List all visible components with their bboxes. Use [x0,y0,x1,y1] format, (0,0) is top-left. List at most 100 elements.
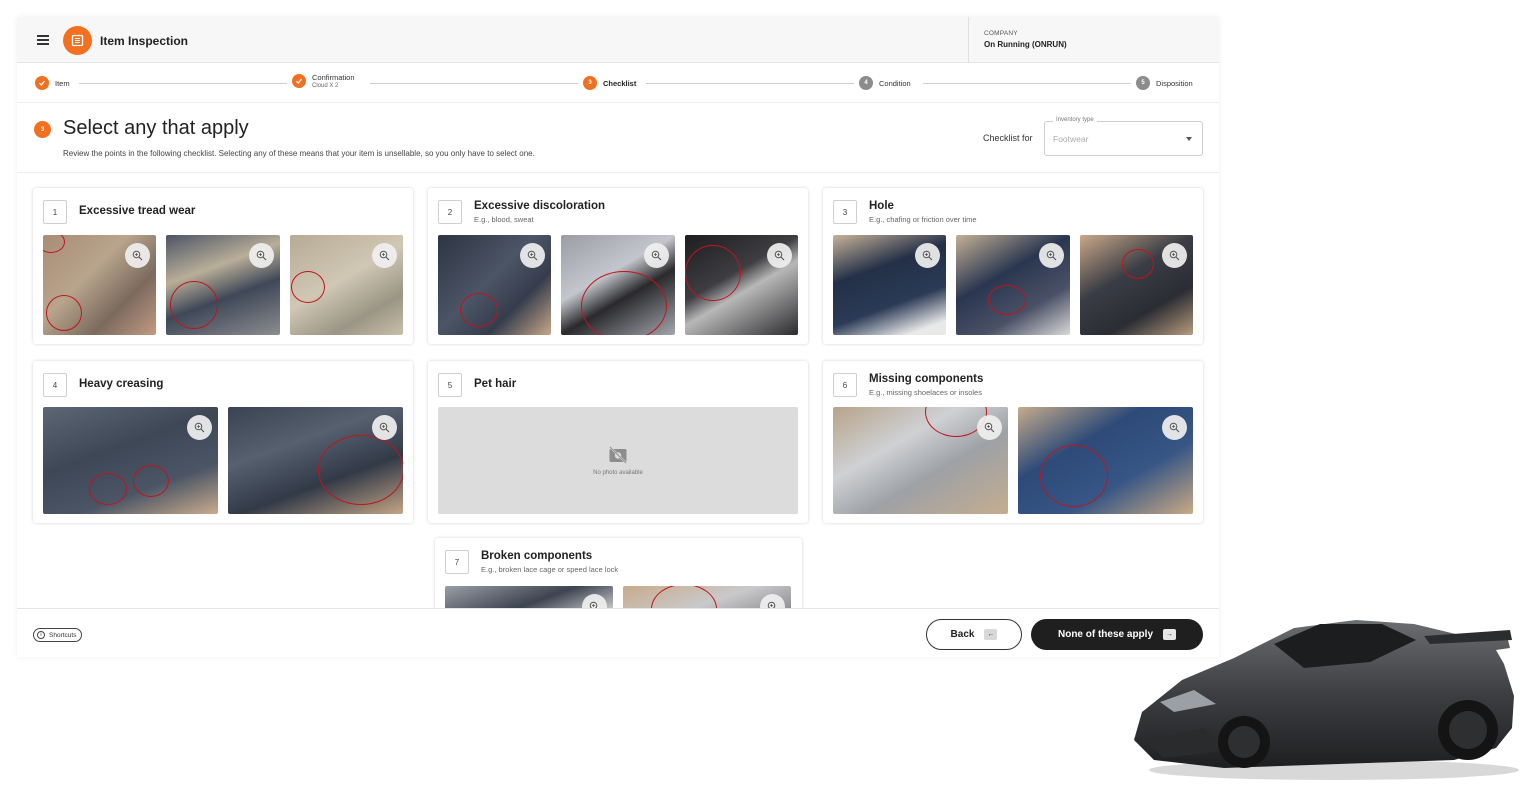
card-subtitle: E.g., missing shoelaces or insoles [869,388,982,397]
step-sublabel: Cloud X 2 [312,83,339,89]
checklist-card-pet-hair[interactable]: 5 Pet hair No photo available [428,361,808,523]
annotation-circle [318,435,403,505]
back-button[interactable]: Back ← [926,619,1022,650]
photo-thumbnail[interactable] [228,407,403,514]
zoom-in-icon[interactable] [977,415,1002,440]
photo-thumbnail[interactable] [956,235,1070,335]
checklist-card-broken-components[interactable]: 7 Broken components E.g., broken lace ca… [435,538,802,608]
annotation-circle [651,586,717,608]
photo-thumbnail[interactable] [685,235,798,335]
step-connector [923,83,1131,84]
card-title: Excessive discoloration [474,200,606,212]
zoom-in-icon[interactable] [582,594,607,608]
annotation-circle [133,465,169,497]
step-confirmation[interactable]: Confirmation Cloud X 2 [292,73,355,89]
photo-thumbnail[interactable] [438,235,551,335]
no-photo-text: No photo available [593,469,643,476]
back-key-hint: ← [984,629,998,640]
card-number: 6 [833,373,857,397]
annotation-circle [43,235,65,253]
photo-thumbnail[interactable] [43,407,218,514]
step-label: Confirmation [312,73,355,82]
page-description: Review the points in the following check… [63,149,535,158]
card-title: Heavy creasing [79,378,164,390]
annotation-circle [1040,445,1108,507]
zoom-in-icon[interactable] [125,243,150,268]
footer-bar: i Shortcuts Back ← None of these apply → [17,608,1219,657]
sports-car-image [1134,620,1519,780]
annotation-circle [89,473,127,505]
checklist-grid[interactable]: 1 Excessive tread wear 2 Excessive disco… [17,172,1219,608]
step-label: Disposition [1156,78,1193,88]
step-condition[interactable]: 4 Condition [859,76,911,90]
zoom-in-icon[interactable] [249,243,274,268]
app-title: Item Inspection [100,34,189,48]
step-checklist[interactable]: 3 Checklist [583,76,636,90]
annotation-circle [988,285,1026,315]
dropdown-caret-icon [1186,137,1192,141]
info-icon: i [37,631,45,639]
inventory-type-label: Inventory type [1053,117,1097,123]
card-title: Broken components [481,550,593,562]
card-number: 5 [438,373,462,397]
card-number: 1 [43,200,67,224]
zoom-in-icon[interactable] [1162,243,1187,268]
card-subtitle: E.g., chafing or friction over time [869,215,977,224]
checklist-card-hole[interactable]: 3 Hole E.g., chafing or friction over ti… [823,188,1203,344]
card-title: Pet hair [474,378,517,390]
shortcuts-label: Shortcuts [49,631,77,639]
step-label: Item [55,78,70,88]
card-number: 2 [438,200,462,224]
step-label: Condition [879,78,911,88]
step-connector [79,83,287,84]
checklist-card-tread-wear[interactable]: 1 Excessive tread wear [33,188,413,344]
zoom-in-icon[interactable] [187,415,212,440]
inventory-type-value: Footwear [1053,134,1089,144]
zoom-in-icon[interactable] [1162,415,1187,440]
page-title: Select any that apply [63,117,249,139]
checklist-for-label: Checklist for [983,133,1033,143]
zoom-in-icon[interactable] [520,243,545,268]
annotation-circle [291,271,325,303]
photo-thumbnail[interactable] [561,235,675,335]
back-label: Back [950,629,975,640]
photo-thumbnail[interactable] [833,235,946,335]
menu-icon[interactable] [37,35,49,45]
step-item[interactable]: Item [35,76,70,90]
annotation-circle [685,245,741,301]
no-photo-icon [609,445,627,464]
zoom-in-icon[interactable] [767,243,792,268]
checklist-card-missing-components[interactable]: 6 Missing components E.g., missing shoel… [823,361,1203,523]
annotation-circle [170,281,218,329]
no-photo-placeholder: No photo available [438,407,798,514]
check-icon [292,74,306,88]
zoom-in-icon[interactable] [372,415,397,440]
photo-thumbnail[interactable] [1018,407,1193,514]
step-connector [646,83,854,84]
photo-thumbnail[interactable] [290,235,403,335]
inspection-app: Item Inspection COMPANY On Running (ONRU… [17,17,1219,657]
photo-thumbnail[interactable] [623,586,791,608]
photo-thumbnail[interactable] [1080,235,1193,335]
photo-thumbnail[interactable] [833,407,1008,514]
app-header: Item Inspection COMPANY On Running (ONRU… [17,17,1219,63]
photo-thumbnail[interactable] [445,586,613,608]
inventory-type-select[interactable]: Inventory type Footwear [1044,117,1203,156]
step-number: 3 [583,76,597,90]
annotation-circle [460,293,498,327]
annotation-circle [46,295,82,331]
step-connector [370,83,578,84]
card-title: Excessive tread wear [79,205,196,217]
zoom-in-icon[interactable] [372,243,397,268]
checklist-card-creasing[interactable]: 4 Heavy creasing [33,361,413,523]
zoom-in-icon[interactable] [915,243,940,268]
shortcuts-button[interactable]: i Shortcuts [33,628,83,642]
step-disposition[interactable]: 5 Disposition [1136,76,1193,90]
step-badge: 3 [34,121,51,138]
zoom-in-icon[interactable] [760,594,785,608]
checklist-card-discoloration[interactable]: 2 Excessive discoloration E.g., blood, s… [428,188,808,344]
photo-thumbnail[interactable] [43,235,156,335]
photo-thumbnail[interactable] [166,235,280,335]
zoom-in-icon[interactable] [644,243,669,268]
zoom-in-icon[interactable] [1039,243,1064,268]
